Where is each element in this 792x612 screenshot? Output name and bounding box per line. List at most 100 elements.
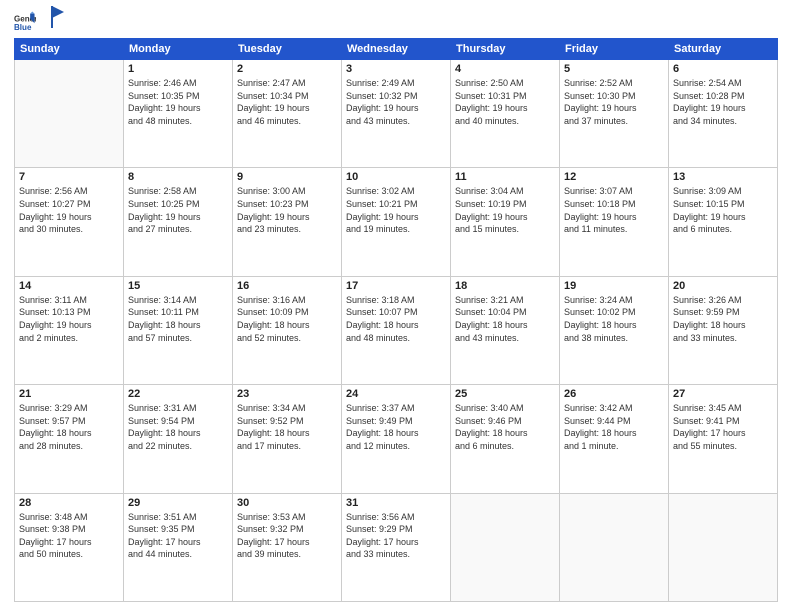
day-number: 19 xyxy=(564,280,664,292)
weekday-header-monday: Monday xyxy=(124,39,233,60)
calendar-cell: 31 Sunrise: 3:56 AM Sunset: 9:29 PM Dayli… xyxy=(342,493,451,601)
calendar-cell: 2 Sunrise: 2:47 AM Sunset: 10:34 PM Dayli… xyxy=(233,60,342,168)
calendar-page: General Blue SundayMondayTuesdayWednesda… xyxy=(0,0,792,612)
day-number: 12 xyxy=(564,171,664,183)
day-info: Sunrise: 2:50 AM Sunset: 10:31 PM Daylig… xyxy=(455,77,555,127)
calendar-cell: 19 Sunrise: 3:24 AM Sunset: 10:02 PM Dayl… xyxy=(560,276,669,384)
day-number: 2 xyxy=(237,63,337,75)
day-info: Sunrise: 3:45 AM Sunset: 9:41 PM Dayligh… xyxy=(673,402,773,452)
day-number: 3 xyxy=(346,63,446,75)
day-number: 21 xyxy=(19,388,119,400)
day-number: 7 xyxy=(19,171,119,183)
calendar-cell: 16 Sunrise: 3:16 AM Sunset: 10:09 PM Dayl… xyxy=(233,276,342,384)
weekday-header-saturday: Saturday xyxy=(669,39,778,60)
day-info: Sunrise: 3:53 AM Sunset: 9:32 PM Dayligh… xyxy=(237,511,337,561)
day-number: 15 xyxy=(128,280,228,292)
calendar-week-row: 21 Sunrise: 3:29 AM Sunset: 9:57 PM Dayli… xyxy=(15,385,778,493)
day-info: Sunrise: 3:24 AM Sunset: 10:02 PM Daylig… xyxy=(564,294,664,344)
day-info: Sunrise: 2:46 AM Sunset: 10:35 PM Daylig… xyxy=(128,77,228,127)
day-info: Sunrise: 3:04 AM Sunset: 10:19 PM Daylig… xyxy=(455,185,555,235)
calendar-cell: 20 Sunrise: 3:26 AM Sunset: 9:59 PM Dayli… xyxy=(669,276,778,384)
day-info: Sunrise: 3:14 AM Sunset: 10:11 PM Daylig… xyxy=(128,294,228,344)
calendar-cell: 15 Sunrise: 3:14 AM Sunset: 10:11 PM Dayl… xyxy=(124,276,233,384)
day-number: 16 xyxy=(237,280,337,292)
day-info: Sunrise: 3:37 AM Sunset: 9:49 PM Dayligh… xyxy=(346,402,446,452)
header: General Blue xyxy=(14,10,778,32)
day-number: 24 xyxy=(346,388,446,400)
day-info: Sunrise: 2:47 AM Sunset: 10:34 PM Daylig… xyxy=(237,77,337,127)
day-number: 31 xyxy=(346,497,446,509)
calendar-cell: 27Sunrise: 3:45 AM Sunset: 9:41 PM Dayli… xyxy=(669,385,778,493)
weekday-header-wednesday: Wednesday xyxy=(342,39,451,60)
calendar-cell: 13 Sunrise: 3:09 AM Sunset: 10:15 PM Dayl… xyxy=(669,168,778,276)
calendar-cell: 10 Sunrise: 3:02 AM Sunset: 10:21 PM Dayl… xyxy=(342,168,451,276)
day-info: Sunrise: 3:21 AM Sunset: 10:04 PM Daylig… xyxy=(455,294,555,344)
day-number: 18 xyxy=(455,280,555,292)
day-info: Sunrise: 3:11 AM Sunset: 10:13 PM Daylig… xyxy=(19,294,119,344)
calendar-cell: 6Sunrise: 2:54 AM Sunset: 10:28 PM Dayli… xyxy=(669,60,778,168)
calendar-week-row: 7 Sunrise: 2:56 AM Sunset: 10:27 PM Dayli… xyxy=(15,168,778,276)
day-number: 6 xyxy=(673,63,773,75)
day-number: 28 xyxy=(19,497,119,509)
logo: General Blue xyxy=(14,10,66,32)
day-info: Sunrise: 3:26 AM Sunset: 9:59 PM Dayligh… xyxy=(673,294,773,344)
calendar-cell: 23Sunrise: 3:34 AM Sunset: 9:52 PM Dayli… xyxy=(233,385,342,493)
day-number: 8 xyxy=(128,171,228,183)
calendar-cell: 30 Sunrise: 3:53 AM Sunset: 9:32 PM Dayli… xyxy=(233,493,342,601)
calendar-week-row: 28 Sunrise: 3:48 AM Sunset: 9:38 PM Dayli… xyxy=(15,493,778,601)
calendar-cell: 3Sunrise: 2:49 AM Sunset: 10:32 PM Dayli… xyxy=(342,60,451,168)
day-number: 9 xyxy=(237,171,337,183)
calendar-cell: 4 Sunrise: 2:50 AM Sunset: 10:31 PM Dayli… xyxy=(451,60,560,168)
day-info: Sunrise: 3:07 AM Sunset: 10:18 PM Daylig… xyxy=(564,185,664,235)
calendar-cell: 5 Sunrise: 2:52 AM Sunset: 10:30 PM Dayli… xyxy=(560,60,669,168)
day-info: Sunrise: 2:56 AM Sunset: 10:27 PM Daylig… xyxy=(19,185,119,235)
day-info: Sunrise: 3:29 AM Sunset: 9:57 PM Dayligh… xyxy=(19,402,119,452)
day-number: 20 xyxy=(673,280,773,292)
calendar-cell: 22Sunrise: 3:31 AM Sunset: 9:54 PM Dayli… xyxy=(124,385,233,493)
day-info: Sunrise: 3:42 AM Sunset: 9:44 PM Dayligh… xyxy=(564,402,664,452)
weekday-header-sunday: Sunday xyxy=(15,39,124,60)
svg-text:Blue: Blue xyxy=(14,23,32,32)
calendar-cell: 11 Sunrise: 3:04 AM Sunset: 10:19 PM Dayl… xyxy=(451,168,560,276)
day-info: Sunrise: 3:48 AM Sunset: 9:38 PM Dayligh… xyxy=(19,511,119,561)
day-info: Sunrise: 3:09 AM Sunset: 10:15 PM Daylig… xyxy=(673,185,773,235)
day-number: 30 xyxy=(237,497,337,509)
calendar-cell: 28 Sunrise: 3:48 AM Sunset: 9:38 PM Dayli… xyxy=(15,493,124,601)
calendar-cell: 21 Sunrise: 3:29 AM Sunset: 9:57 PM Dayli… xyxy=(15,385,124,493)
calendar-cell: 24 Sunrise: 3:37 AM Sunset: 9:49 PM Dayli… xyxy=(342,385,451,493)
day-number: 13 xyxy=(673,171,773,183)
day-info: Sunrise: 3:56 AM Sunset: 9:29 PM Dayligh… xyxy=(346,511,446,561)
calendar-cell: 18 Sunrise: 3:21 AM Sunset: 10:04 PM Dayl… xyxy=(451,276,560,384)
weekday-header-friday: Friday xyxy=(560,39,669,60)
weekday-header-row: SundayMondayTuesdayWednesdayThursdayFrid… xyxy=(15,39,778,60)
calendar-cell xyxy=(451,493,560,601)
calendar-cell: 17Sunrise: 3:18 AM Sunset: 10:07 PM Dayl… xyxy=(342,276,451,384)
calendar-cell: 7 Sunrise: 2:56 AM Sunset: 10:27 PM Dayli… xyxy=(15,168,124,276)
day-number: 1 xyxy=(128,63,228,75)
calendar-cell: 12 Sunrise: 3:07 AM Sunset: 10:18 PM Dayl… xyxy=(560,168,669,276)
calendar-table: SundayMondayTuesdayWednesdayThursdayFrid… xyxy=(14,38,778,602)
calendar-cell: 8Sunrise: 2:58 AM Sunset: 10:25 PM Dayli… xyxy=(124,168,233,276)
day-number: 14 xyxy=(19,280,119,292)
day-info: Sunrise: 3:18 AM Sunset: 10:07 PM Daylig… xyxy=(346,294,446,344)
day-info: Sunrise: 3:02 AM Sunset: 10:21 PM Daylig… xyxy=(346,185,446,235)
calendar-week-row: 1 Sunrise: 2:46 AM Sunset: 10:35 PM Dayli… xyxy=(15,60,778,168)
day-info: Sunrise: 3:16 AM Sunset: 10:09 PM Daylig… xyxy=(237,294,337,344)
day-info: Sunrise: 3:34 AM Sunset: 9:52 PM Dayligh… xyxy=(237,402,337,452)
day-info: Sunrise: 3:00 AM Sunset: 10:23 PM Daylig… xyxy=(237,185,337,235)
day-number: 4 xyxy=(455,63,555,75)
calendar-cell: 1 Sunrise: 2:46 AM Sunset: 10:35 PM Dayli… xyxy=(124,60,233,168)
day-number: 22 xyxy=(128,388,228,400)
day-info: Sunrise: 2:52 AM Sunset: 10:30 PM Daylig… xyxy=(564,77,664,127)
day-number: 5 xyxy=(564,63,664,75)
day-number: 25 xyxy=(455,388,555,400)
day-number: 10 xyxy=(346,171,446,183)
calendar-cell: 26Sunrise: 3:42 AM Sunset: 9:44 PM Dayli… xyxy=(560,385,669,493)
logo-flag-icon xyxy=(48,6,66,28)
calendar-cell: 29Sunrise: 3:51 AM Sunset: 9:35 PM Dayli… xyxy=(124,493,233,601)
calendar-cell: 25Sunrise: 3:40 AM Sunset: 9:46 PM Dayli… xyxy=(451,385,560,493)
day-number: 11 xyxy=(455,171,555,183)
calendar-cell xyxy=(560,493,669,601)
day-number: 29 xyxy=(128,497,228,509)
calendar-cell: 9 Sunrise: 3:00 AM Sunset: 10:23 PM Dayli… xyxy=(233,168,342,276)
